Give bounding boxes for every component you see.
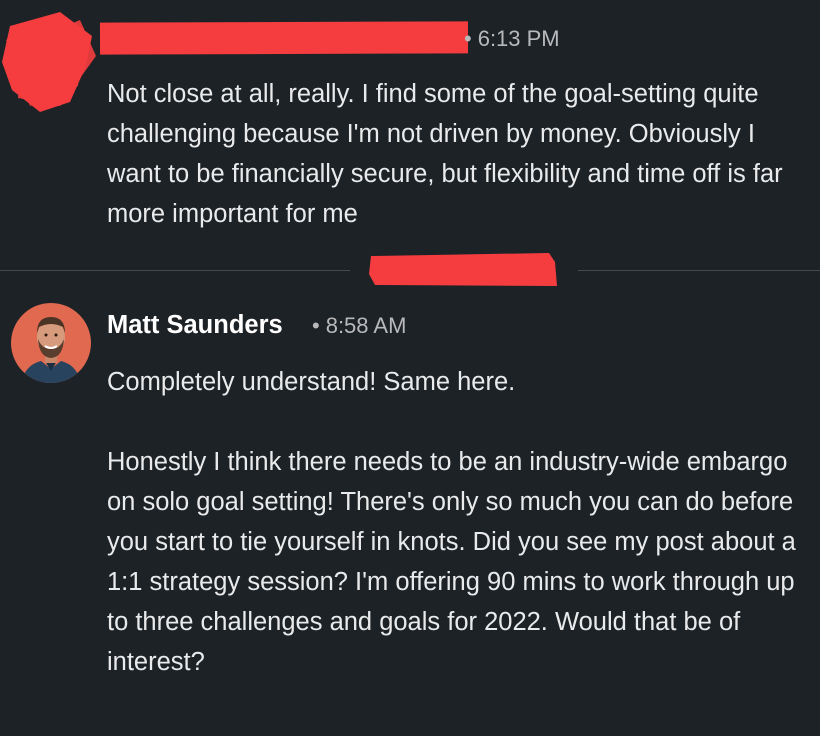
message-timestamp: 8:58 AM: [325, 313, 407, 338]
redacted-date-label: [369, 253, 557, 286]
message-text: Not close at all, really. I find some of…: [107, 80, 790, 228]
message-item: • 6:13 PM Not close at all, really. I fin…: [0, 0, 820, 240]
date-divider-line: [0, 270, 350, 271]
avatar[interactable]: [11, 303, 91, 383]
message-meta: • 8:58 AM: [312, 311, 406, 341]
message-meta: • 6:13 PM: [464, 24, 560, 54]
message-text: Completely understand! Same here. Honest…: [107, 362, 812, 682]
message-timestamp: 6:13 PM: [477, 26, 560, 51]
separator-dot: •: [464, 26, 472, 51]
sender-name[interactable]: Matt Saunders: [107, 309, 283, 341]
redacted-sender-name: [99, 21, 469, 55]
date-divider-line: [578, 270, 820, 271]
redacted-avatar: [2, 12, 96, 112]
message-paragraph: Honestly I think there needs to be an in…: [107, 448, 803, 676]
separator-dot: •: [312, 313, 320, 338]
profile-photo-icon: [11, 303, 91, 383]
message-paragraph: Completely understand! Same here.: [107, 368, 516, 396]
